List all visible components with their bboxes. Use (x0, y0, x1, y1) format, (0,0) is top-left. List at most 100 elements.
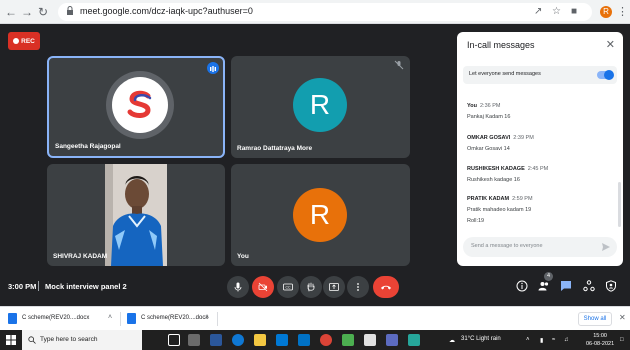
host-controls-icon[interactable] (605, 280, 617, 292)
raise-hand-button[interactable] (300, 276, 322, 298)
download-filename: C scheme(REV20....docx (141, 315, 209, 321)
chrome-icon[interactable] (320, 334, 332, 346)
present-button[interactable] (323, 276, 345, 298)
hang-up-icon (381, 285, 391, 290)
reload-icon[interactable]: ↻ (36, 5, 50, 19)
recording-badge: REC (8, 32, 40, 50)
address-bar[interactable]: meet.google.com/dcz-iaqk-upc?authuser=0 … (58, 3, 592, 21)
extensions-icon[interactable]: ■ (571, 6, 577, 17)
download-item[interactable]: C scheme(REV20....docx ˄ (127, 311, 215, 327)
app-icon[interactable] (386, 334, 398, 346)
chevron-up-icon[interactable]: ˄ (526, 337, 530, 343)
app-icon[interactable] (364, 334, 376, 346)
volume-icon[interactable]: ♫ (564, 337, 569, 343)
download-filename: C scheme(REV20....docx (22, 315, 90, 321)
camera-off-icon (258, 282, 268, 292)
show-all-button[interactable]: Show all (578, 312, 612, 326)
close-icon[interactable]: ✕ (619, 313, 626, 322)
file-explorer-icon[interactable] (254, 334, 266, 346)
taskbar: Type here to search ☁ 31°C Light rain ˄ … (0, 330, 630, 350)
participant-tile[interactable]: R You (231, 164, 410, 266)
app-icon[interactable] (342, 334, 354, 346)
lock-icon (67, 6, 73, 15)
mic-off-icon (394, 60, 404, 70)
meet-window: REC Sangeetha Rajagopal R Ramrao Dattatr… (0, 24, 630, 306)
hand-icon (307, 282, 315, 292)
download-item[interactable]: C scheme(REV20....docx ˄ (8, 311, 118, 327)
mic-icon (234, 282, 242, 292)
participant-tile[interactable]: SHIVRAJ KADAM (47, 164, 225, 266)
chat-icon[interactable] (560, 280, 572, 292)
camera-off-button[interactable] (252, 276, 274, 298)
clock-date: 06-08-2021 (586, 341, 615, 347)
message-time: 2:36 PM (479, 103, 501, 109)
app-icon[interactable] (408, 334, 420, 346)
allow-messages-toggle[interactable] (597, 70, 614, 80)
participant-video (105, 164, 167, 266)
edge-icon[interactable] (232, 334, 244, 346)
send-icon[interactable] (601, 242, 611, 252)
word-doc-icon (127, 313, 136, 324)
battery-icon[interactable]: ▮ (540, 337, 543, 344)
speaking-indicator-icon (207, 62, 219, 74)
control-bar: 3:00 PM Mock interview panel 2 CC 4 (0, 272, 630, 306)
clock[interactable]: 15:00 06-08-2021 (586, 332, 614, 348)
windows-start-icon[interactable] (6, 335, 16, 345)
close-icon[interactable]: ✕ (606, 38, 615, 51)
leave-call-button[interactable] (373, 276, 399, 298)
people-count-badge: 4 (544, 272, 553, 281)
weather-text[interactable]: 31°C Light rain (461, 336, 501, 342)
record-dot-icon (13, 38, 20, 44)
more-options-button[interactable] (347, 276, 369, 298)
recording-label: REC (21, 37, 35, 45)
captions-button[interactable]: CC (277, 276, 299, 298)
notifications-icon[interactable]: □ (620, 337, 624, 343)
mail-icon[interactable] (298, 334, 310, 346)
chat-scrollbar[interactable] (618, 182, 621, 227)
avatar: R (293, 188, 347, 242)
store-icon[interactable] (276, 334, 288, 346)
chat-message: PRATIK KADAM 2:59 PM Pratik mahadeo kadam… (467, 187, 533, 224)
people-icon[interactable] (538, 280, 550, 292)
s-logo-icon (127, 90, 152, 118)
share-icon[interactable]: ↗ (534, 6, 542, 17)
message-text: Omkar Gosavi 14 (467, 146, 510, 152)
download-shelf: C scheme(REV20....docx ˄ C scheme(REV20.… (0, 306, 630, 330)
wifi-icon[interactable]: ≈ (552, 337, 555, 343)
divider (217, 312, 218, 326)
taskbar-search[interactable]: Type here to search (22, 330, 142, 350)
back-icon[interactable]: ← (4, 5, 18, 19)
divider (120, 312, 121, 326)
avatar-ring (106, 71, 174, 139)
info-icon[interactable] (516, 280, 528, 292)
message-sender: PRATIK KADAM (467, 196, 510, 202)
cortana-icon[interactable] (168, 334, 180, 346)
svg-text:CC: CC (285, 286, 291, 290)
captions-icon: CC (283, 283, 293, 291)
activities-icon[interactable] (583, 280, 595, 292)
message-time: 2:45 PM (527, 166, 549, 172)
chat-message: RUSHIKESH KADAGE 2:45 PM Rushikesh kadage… (467, 157, 548, 183)
present-icon (329, 283, 339, 291)
chevron-up-icon[interactable]: ˄ (205, 314, 209, 321)
participant-name: Sangeetha Rajagopal (55, 143, 121, 150)
weather-icon[interactable]: ☁ (449, 337, 455, 344)
chevron-up-icon[interactable]: ˄ (108, 314, 112, 321)
participant-tile[interactable]: R Ramrao Dattatraya More (231, 56, 410, 158)
message-text: Pankaj Kadam 16 (467, 114, 511, 120)
word-icon[interactable] (210, 334, 222, 346)
task-view-icon[interactable] (188, 334, 200, 346)
profile-avatar[interactable]: R (600, 6, 612, 18)
participant-tile[interactable]: Sangeetha Rajagopal (47, 56, 225, 158)
mic-button[interactable] (227, 276, 249, 298)
message-sender: RUSHIKESH KADAGE (467, 166, 525, 172)
browser-menu-icon[interactable]: ⋮ (617, 5, 628, 18)
forward-icon[interactable]: → (20, 5, 34, 19)
message-time: 2:39 PM (513, 135, 534, 141)
divider (38, 281, 39, 291)
message-time: 2:59 PM (512, 196, 533, 202)
bookmark-star-icon[interactable]: ☆ (552, 6, 561, 17)
more-vert-icon (357, 283, 359, 291)
meeting-time: 3:00 PM (8, 282, 37, 291)
chat-input[interactable]: Send a message to everyone (463, 237, 617, 257)
